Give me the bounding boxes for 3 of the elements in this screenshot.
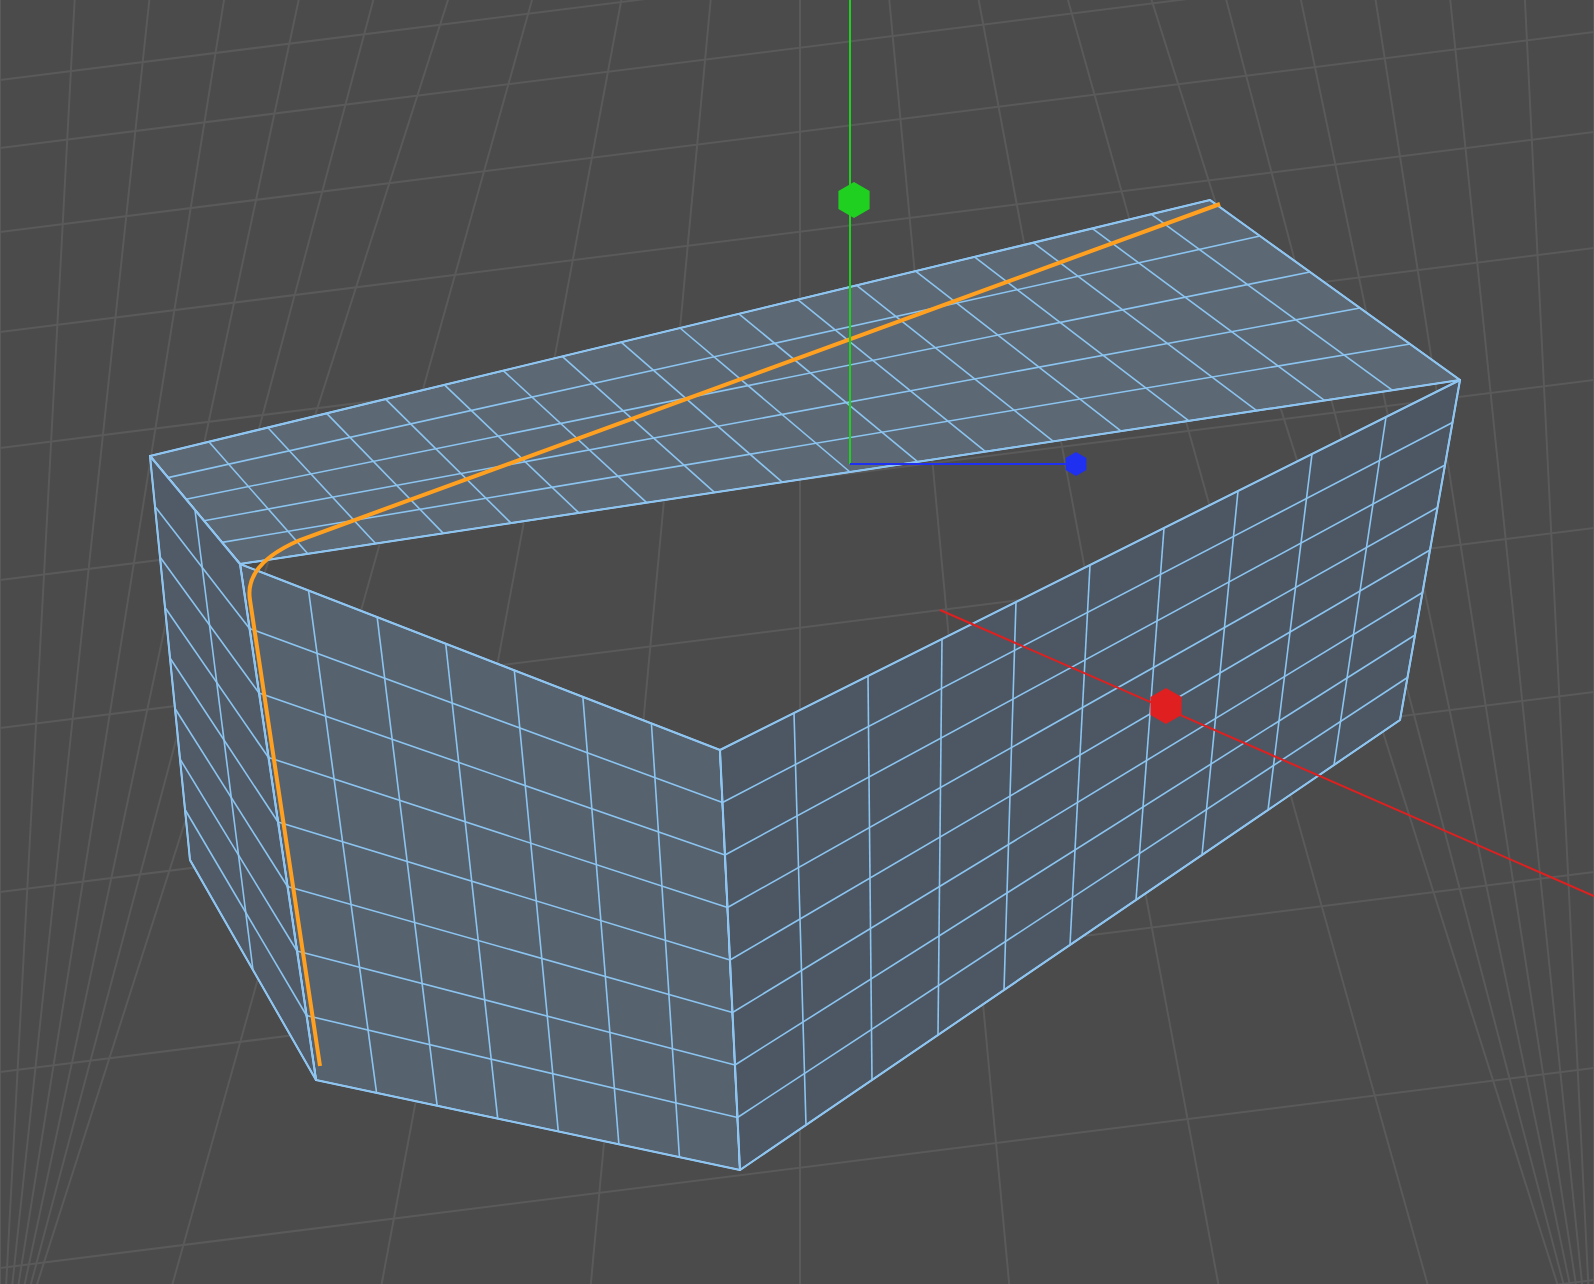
axis-handle[interactable]	[1065, 452, 1087, 476]
axis-handle[interactable]	[838, 182, 870, 218]
axis-handle[interactable]	[1150, 688, 1182, 724]
